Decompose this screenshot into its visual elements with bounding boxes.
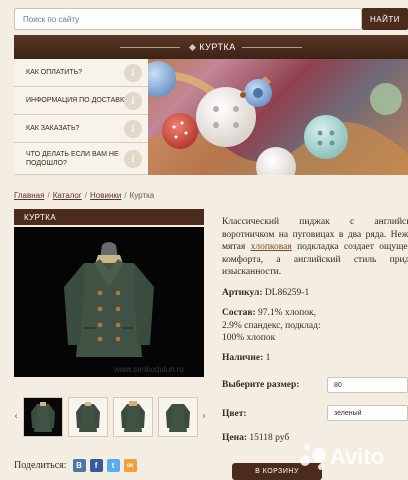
color-label: Цвет: [222,409,247,419]
banner-title: КУРТКА [199,42,236,52]
avito-watermark: Avito [300,444,384,470]
prev-arrow-icon[interactable]: ‹ [14,411,18,422]
ornament-line-left [120,46,181,48]
info-icon: i [124,91,142,110]
breadcrumb: Главная / Каталог / Новинки / Куртка [14,191,155,200]
search-button[interactable]: НАЙТИ [362,8,408,30]
ornament-diamond-icon [189,43,197,51]
faq-item-delivery[interactable]: ИНФОРМАЦИЯ ПО ДОСТАВКЕ i [14,87,148,115]
thumbnail-1[interactable] [23,397,63,437]
product-description: Классический пиджак с английским воротни… [222,216,408,279]
stock-label: Наличие: [222,353,264,363]
size-label: Выберите размер: [222,380,300,390]
share-block: Поделиться: В f t ок [14,459,137,472]
next-arrow-icon[interactable]: › [202,411,206,422]
share-label: Поделиться: [14,460,67,471]
faq-item-return[interactable]: ЧТО ДЕЛАТЬ ЕСЛИ ВАМ НЕ ПОДОШЛО? i [14,143,148,175]
odnoklassniki-icon[interactable]: ок [123,459,137,472]
cotton-link[interactable]: хлопковая [251,242,292,252]
breadcrumb-link-new[interactable]: Новинки [90,191,121,200]
thumbnail-3[interactable] [113,397,153,437]
price-row: Цена: 15118 руб [222,432,289,445]
composition-line-3: 100% хлопок [222,333,276,343]
facebook-icon[interactable]: f [89,459,103,472]
article-row: Артикул: DL86259-1 [222,287,309,300]
info-icon: i [124,119,142,138]
product-title: КУРТКА [14,209,204,225]
article-label: Артикул: [222,288,263,298]
info-icon: i [124,149,142,168]
twitter-icon[interactable]: t [106,459,120,472]
main-product-photo[interactable]: www.senbodulun.ru [14,227,204,377]
size-select-value: 80 [334,381,342,389]
faq-item-label: ЧТО ДЕЛАТЬ ЕСЛИ ВАМ НЕ ПОДОШЛО? [26,150,119,167]
stock-row: Наличие: 1 [222,352,270,365]
color-select[interactable]: зеленый [327,405,408,421]
thumbnail-4[interactable] [158,397,198,437]
stock-value: 1 [265,353,271,363]
faq-item-order[interactable]: КАК ЗАКАЗАТЬ? i [14,115,148,143]
faq-item-label: КАК ОПЛАТИТЬ? [26,69,83,76]
info-icon: i [124,63,142,82]
photo-watermark: www.senbodulun.ru [114,365,184,374]
breadcrumb-link-catalog[interactable]: Каталог [53,191,82,200]
faq-menu: КАК ОПЛАТИТЬ? i ИНФОРМАЦИЯ ПО ДОСТАВКЕ i… [14,59,148,175]
breadcrumb-link-home[interactable]: Главная [14,191,44,200]
color-select-value: зеленый [334,409,362,417]
breadcrumb-current: Куртка [129,191,155,200]
composition-line-1: 97.1% хлопок, [258,308,317,318]
price-label: Цена: [222,433,247,443]
price-value: 15118 руб [249,433,290,443]
faq-item-label: ИНФОРМАЦИЯ ПО ДОСТАВКЕ [26,97,129,104]
avito-brand-text: Avito [330,444,385,469]
thumbnail-2[interactable] [68,397,108,437]
faq-item-payment[interactable]: КАК ОПЛАТИТЬ? i [14,59,148,87]
composition-line-2: 2.9% спандекс, подклад: [222,320,321,331]
search-input[interactable] [21,9,355,30]
ornament-line-right [241,46,302,48]
thumbnail-gallery: ‹ › [14,395,209,440]
vk-icon[interactable]: В [72,459,86,472]
banner-title-bar: КУРТКА [14,35,408,59]
article-value: DL86259-1 [264,288,310,298]
avito-logo-icon [300,444,326,470]
search-bar [14,8,362,30]
faq-item-label: КАК ЗАКАЗАТЬ? [26,125,80,132]
size-select[interactable]: 80 [327,377,408,393]
composition-label: Состав: [222,308,256,318]
hero-buttons-image [148,59,408,175]
composition-block: Состав: 97.1% хлопок, 2.9% спандекс, под… [222,307,321,345]
